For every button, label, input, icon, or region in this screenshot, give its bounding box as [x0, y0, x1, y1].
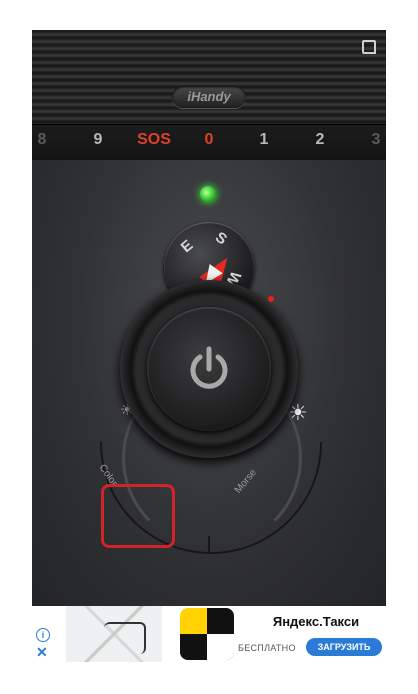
dial-tick: 3: [371, 131, 381, 148]
power-icon: [190, 346, 228, 389]
ad-close-icon[interactable]: ✕: [36, 644, 48, 661]
ad-title: Яндекс.Такси: [272, 614, 360, 629]
brightness-indicator-dot: [268, 296, 274, 302]
brand-logo: iHandy: [172, 86, 246, 108]
dial-tick-sos[interactable]: SOS: [137, 131, 171, 149]
exit-fullscreen-icon[interactable]: [362, 40, 376, 54]
status-led: [200, 186, 216, 202]
dial-tick-zero: 0: [204, 131, 214, 148]
ad-free-label: БЕСПЛАТНО: [238, 643, 296, 653]
ad-map-image: [66, 606, 162, 662]
ad-banner[interactable]: i ✕ Яндекс.Такси БЕСПЛАТНО ЗАГРУЗИТЬ: [32, 606, 386, 662]
compass-s: S: [212, 228, 230, 249]
color-highlight-box: [101, 484, 175, 548]
dial-tick: 8: [37, 131, 47, 148]
segment-divider: [208, 536, 210, 554]
dial-tick: 9: [93, 131, 103, 148]
dial-tick: 2: [315, 131, 325, 148]
map-route: [104, 622, 146, 654]
flashlight-app: iHandy 8 9 SOS 0 1 2 3 S E W N ☀ ☀: [32, 30, 386, 662]
dial-tick: 1: [259, 131, 269, 148]
ad-install-button[interactable]: ЗАГРУЗИТЬ: [306, 638, 382, 656]
yandex-taxi-logo: [180, 608, 234, 660]
compass-e: E: [177, 236, 197, 257]
brightness-high-icon: ☀: [288, 400, 308, 425]
frequency-dial[interactable]: 8 9 SOS 0 1 2 3: [32, 124, 386, 162]
ad-info-icon[interactable]: i: [36, 628, 50, 642]
